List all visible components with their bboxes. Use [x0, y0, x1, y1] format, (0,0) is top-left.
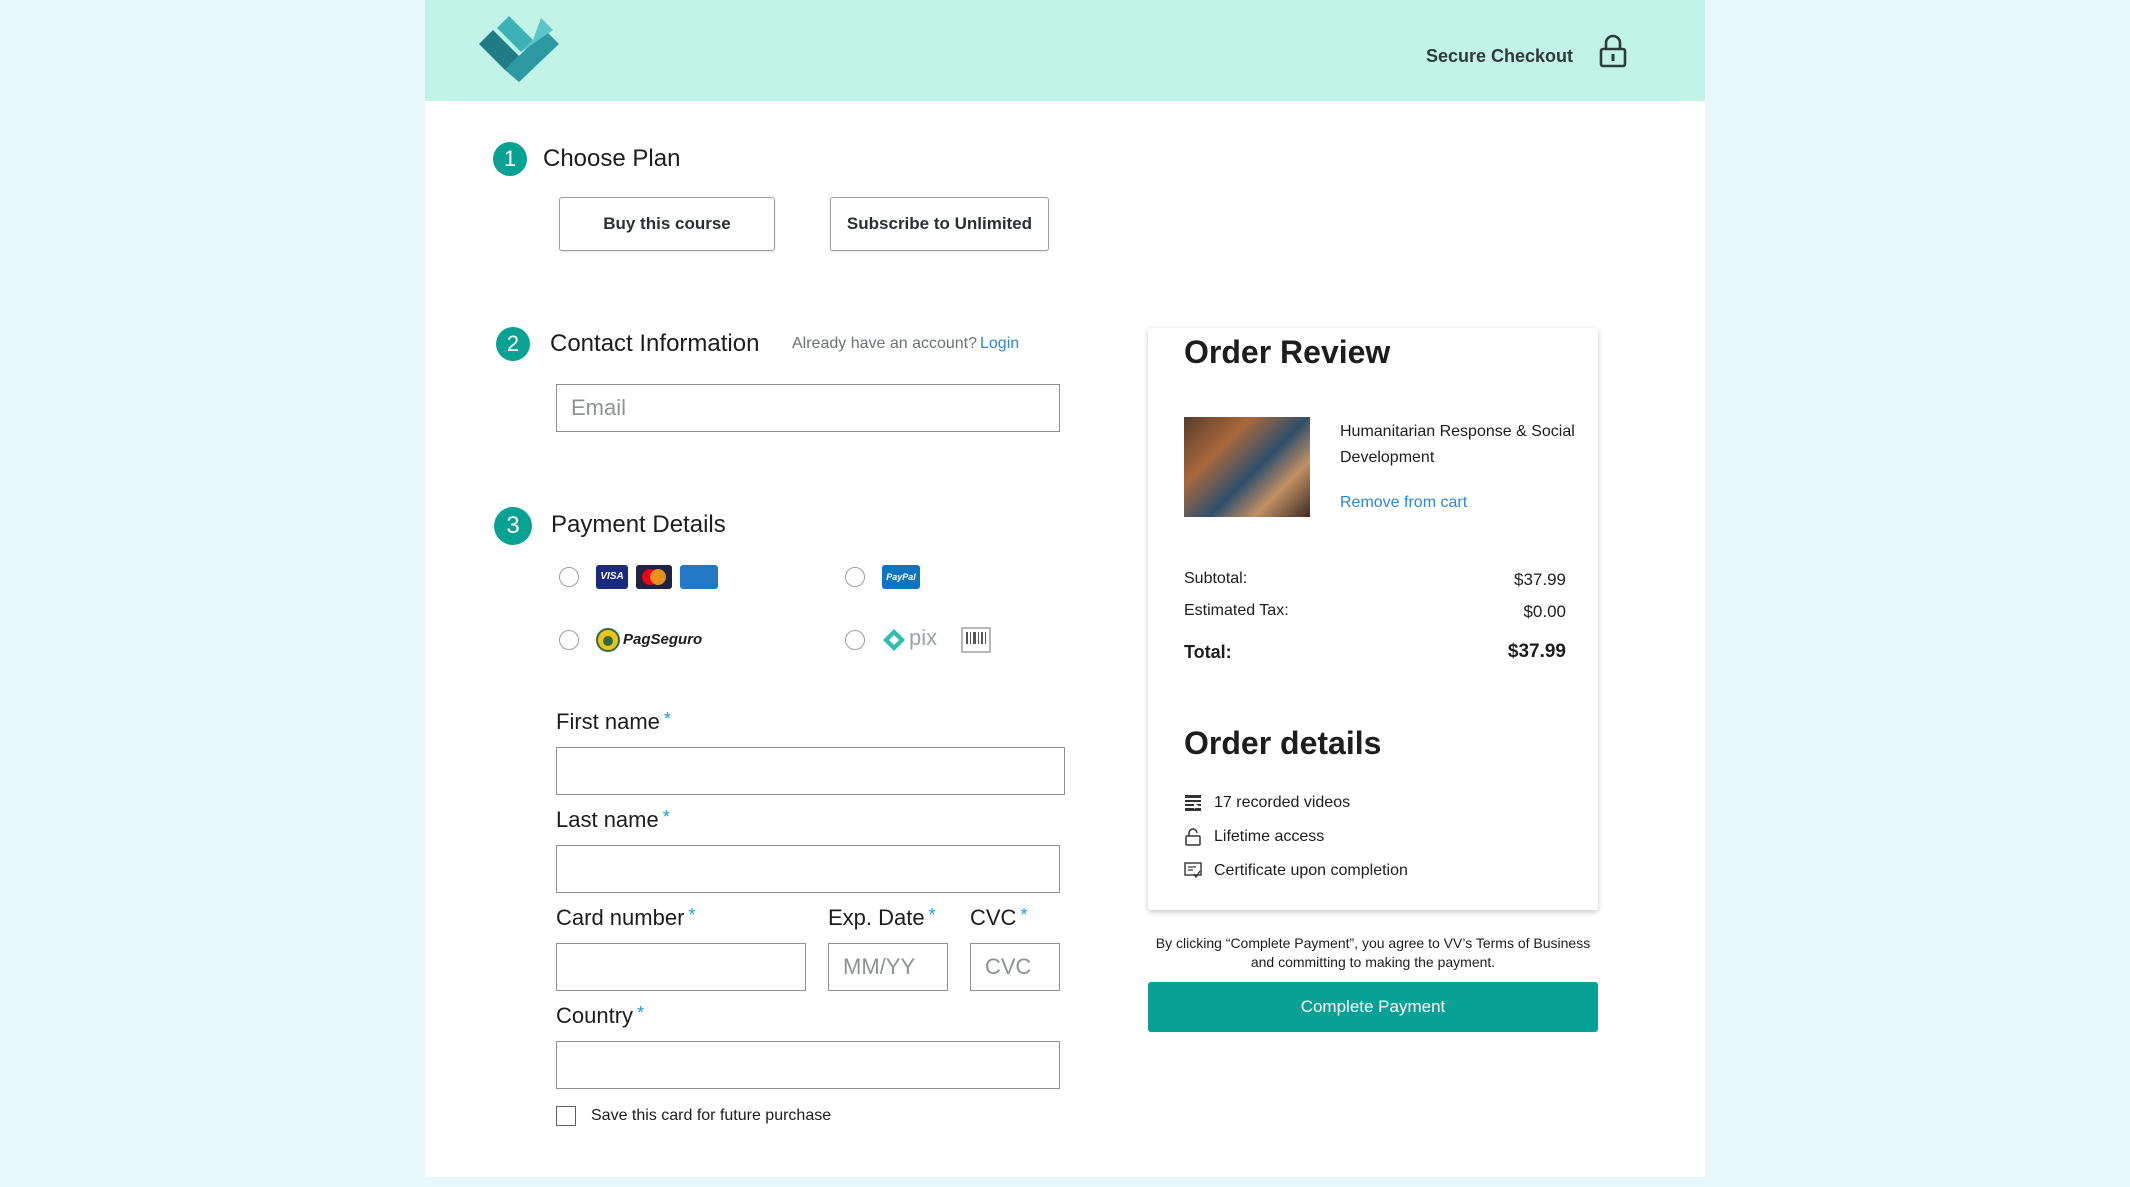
paypal-method-radio[interactable]: [845, 567, 865, 587]
email-input[interactable]: [556, 384, 1060, 432]
detail-videos: 17 recorded videos: [1214, 794, 1351, 811]
step-1-badge: 1: [493, 142, 527, 176]
tax-value: $0.00: [1523, 602, 1566, 621]
save-card-label: Save this card for future purchase: [591, 1107, 832, 1124]
detail-lifetime: Lifetime access: [1214, 828, 1325, 845]
secure-checkout-label: Secure Checkout: [1425, 46, 1573, 66]
video-list-icon: [1185, 795, 1201, 811]
subscribe-unlimited-button[interactable]: Subscribe to Unlimited: [830, 197, 1049, 251]
cvc-label: CVC *: [970, 905, 1028, 930]
pagseguro-label: PagSeguro: [623, 631, 703, 648]
pagseguro-icon: [596, 628, 620, 652]
paypal-icon: PayPal: [882, 565, 920, 589]
exp-date-label: Exp. Date *: [828, 905, 936, 930]
buy-course-button[interactable]: Buy this course: [559, 197, 775, 251]
remove-from-cart-link[interactable]: Remove from cart: [1340, 494, 1467, 512]
pix-label: pix: [909, 625, 938, 650]
step-2-badge: 2: [496, 327, 530, 361]
step-3-badge: 3: [494, 507, 532, 545]
first-name-label: First name *: [556, 709, 671, 734]
mastercard-icon: [636, 565, 672, 589]
pix-method-radio[interactable]: [845, 630, 865, 650]
choose-plan-title: Choose Plan: [543, 145, 681, 172]
card-method-radio[interactable]: [559, 567, 579, 587]
country-input[interactable]: [556, 1041, 1060, 1089]
order-review-title: Order Review: [1184, 334, 1391, 370]
certificate-icon: [1184, 862, 1202, 879]
boleto-icon: [961, 627, 991, 653]
card-number-input[interactable]: [556, 943, 806, 991]
country-label: Country *: [556, 1003, 645, 1028]
course-title: Humanitarian Response & Social Developme…: [1340, 423, 1575, 466]
pix-icon: [883, 629, 905, 651]
subtotal-value: $37.99: [1514, 570, 1566, 589]
exp-date-input[interactable]: [828, 943, 948, 991]
terms-text: By clicking “Complete Payment”, you agre…: [1155, 935, 1591, 970]
complete-payment-button[interactable]: Complete Payment: [1148, 982, 1598, 1032]
order-details-title: Order details: [1184, 725, 1382, 761]
unlock-icon: [1185, 828, 1201, 846]
lock-icon: [1599, 34, 1627, 68]
contact-information-title: Contact Information: [550, 330, 760, 357]
cvc-input[interactable]: [970, 943, 1060, 991]
total-value: $37.99: [1507, 641, 1566, 662]
course-thumbnail[interactable]: [1184, 417, 1310, 517]
detail-certificate: Certificate upon completion: [1214, 862, 1408, 879]
pagseguro-method-radio[interactable]: [559, 630, 579, 650]
subtotal-label: Subtotal:: [1184, 570, 1248, 587]
first-name-input[interactable]: [556, 747, 1065, 795]
payment-details-title: Payment Details: [551, 511, 726, 538]
tax-label: Estimated Tax:: [1184, 602, 1289, 619]
account-prompt: Already have an account?: [792, 335, 978, 352]
amex-icon: [680, 565, 718, 589]
checkout-page: Secure Checkout 1 Choose Plan Buy this c…: [425, 0, 1705, 1177]
login-link[interactable]: Login: [980, 335, 1019, 353]
brand-logo[interactable]: [475, 16, 561, 84]
save-card-checkbox[interactable]: [556, 1106, 576, 1126]
last-name-input[interactable]: [556, 845, 1060, 893]
visa-icon: VISA: [596, 565, 628, 589]
header: Secure Checkout: [425, 0, 1705, 101]
total-label: Total:: [1184, 642, 1232, 662]
order-review-panel: Order Review Humanitarian Response & Soc…: [1148, 328, 1598, 910]
last-name-label: Last name *: [556, 807, 670, 832]
card-number-label: Card number *: [556, 905, 696, 930]
